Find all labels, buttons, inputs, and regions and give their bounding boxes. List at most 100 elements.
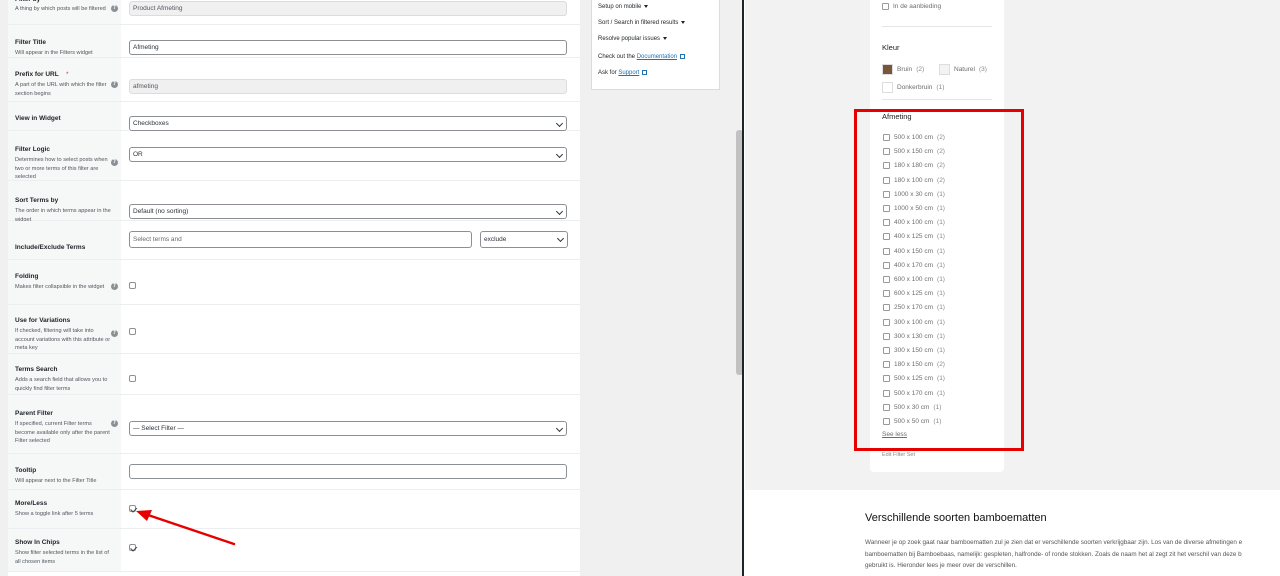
row-description: If checked, filtering will take into acc… [15,328,111,352]
row-description: If specified, current Filter terms becom… [15,421,110,445]
settings-row-header [8,260,121,304]
row-description: Makes filter collapsible in the widget [15,284,105,290]
chevron-down-icon [555,119,564,128]
select-logic[interactable]: OR [129,147,567,162]
article-line: Wanneer je op zoek gaat naar bamboematte… [865,539,1243,546]
support-line: Ask for Support [598,70,648,76]
option-count: (2) [916,66,925,73]
required-mark: * [66,71,69,78]
include-mode-select[interactable]: exclude [480,231,568,248]
chevron-down-icon [555,150,564,159]
external-link-icon [680,54,686,59]
checkbox-variations[interactable] [129,328,136,335]
option-name: Bruin [897,66,913,73]
help-menu-item[interactable]: Resolve popular issues [598,36,668,42]
settings-row-search: Terms Search Adds a search field that all… [8,354,580,395]
settings-row-chips: Show In Chips Show filter selected terms … [8,529,580,572]
text-input-filter_by[interactable]: Product Afmeting [129,1,567,16]
support-link[interactable]: Support [618,70,639,76]
select-parent[interactable]: — Select Filter — [129,421,567,436]
select-value: Default (no sorting) [133,208,189,215]
row-title: Terms Search [15,366,58,373]
checkbox-folding[interactable] [129,282,136,289]
text-input-filter_title[interactable]: Afmeting [129,40,567,55]
row-title: Filter by [15,0,40,3]
row-title: Show In Chips [15,539,60,546]
settings-row-view: View in Widget Checkboxes [8,102,580,131]
documentation-link[interactable]: Documentation [637,54,677,60]
annotation-arrow [136,510,236,546]
filter-settings-panel: Filter by A thing by which posts will be … [8,0,580,576]
help-menu-item[interactable]: Setup on mobile [598,4,649,10]
color-swatch-naturel[interactable] [939,64,950,75]
settings-row-tooltip: Tooltip Will appear next to the Filter Ti… [8,454,580,490]
caret-down-icon [663,36,668,40]
admin-pane: Filter by A thing by which posts will be … [0,0,744,576]
settings-row-variations: Use for Variations If checked, filtering … [8,305,580,354]
terms-select-input[interactable]: Select terms and [129,231,472,248]
help-icon[interactable]: ? [111,420,118,427]
row-description: A part of the URL with which the filter … [15,82,107,97]
row-title: Sort Terms by [15,197,59,204]
help-menu-label: Resolve popular issues [598,36,661,42]
settings-row-folding: Folding Makes filter collapsible in the w… [8,260,580,305]
color-option-label[interactable]: Donkerbruin (1) [897,84,944,91]
article-line: gebruikt is. Hieronder lees je meer over… [865,562,1017,569]
help-icon[interactable]: ? [111,81,118,88]
option-label: In de aanbieding [893,3,942,10]
color-swatch-bruin[interactable] [882,64,893,75]
article-body: Wanneer je op zoek gaat naar bamboematte… [865,537,1280,572]
checkbox[interactable] [882,3,889,10]
text-input-prefix[interactable]: afmeting [129,79,567,94]
external-link-icon [642,70,648,75]
settings-row-moreless: More/Less Show a toggle link after 5 term… [8,490,580,529]
row-description: Adds a search field that allows you to q… [15,377,108,392]
row-description: Will appear in the Filters widget [15,50,93,56]
row-title: Filter Title [15,39,46,46]
pane-divider [742,0,744,576]
storefront-sidebar-area: In de aanbieding Kleur Bruin (2) Naturel (3… [745,0,1280,490]
color-swatch-donkerbruin[interactable] [882,82,893,93]
settings-row-filter_by: Filter by A thing by which posts will be … [8,0,580,25]
settings-row-logic: Filter Logic Determines how to select pos… [8,131,580,181]
row-title: Include/Exclude Terms [15,244,86,251]
help-icon[interactable]: ? [111,283,118,290]
select-view[interactable]: Checkboxes [129,116,567,131]
checkbox-search[interactable] [129,375,136,382]
settings-row-filter_title: Filter Title Will appear in the Filters w… [8,25,580,58]
row-title: More/Less [15,500,48,507]
color-option-label[interactable]: Bruin (2) [897,66,924,73]
storefront-pane: In de aanbieding Kleur Bruin (2) Naturel (3… [745,0,1280,576]
row-title: Use for Variations [15,317,71,324]
edit-filter-set-link[interactable]: Edit Filter Set [882,452,915,458]
option-name: Donkerbruin [897,84,933,91]
help-icon[interactable]: ? [111,159,118,166]
select-value: OR [133,151,143,158]
settings-row-header [8,221,121,259]
settings-row-include: Include/Exclude Terms Select terms and exc… [8,221,580,260]
settings-row-header [8,490,121,528]
help-menu-label: Setup on mobile [598,4,642,10]
option-count: (1) [936,84,945,91]
chevron-down-icon [555,207,564,216]
row-title: Prefix for URL [15,71,59,78]
help-menu-item[interactable]: Sort / Search in filtered results [598,20,686,26]
chevron-down-icon [555,424,564,433]
row-title: Filter Logic [15,146,51,153]
color-option-label[interactable]: Naturel (3) [954,66,987,73]
row-description: Show filter selected terms in the list o… [15,550,109,565]
help-icon[interactable]: ? [111,330,118,337]
divider [882,26,992,27]
settings-row-parent: Parent Filter If specified, current Filte… [8,395,580,454]
documentation-line: Check out the Documentation [598,54,686,60]
select-sort[interactable]: Default (no sorting) [129,204,567,219]
row-title: View in Widget [15,115,61,122]
option-name: Naturel [954,66,975,73]
select-value: exclude [484,236,507,243]
row-description: Will appear next to the Filter Title [15,478,97,484]
caret-down-icon [644,4,649,8]
text-input-tooltip[interactable] [129,464,567,479]
help-icon[interactable]: ? [111,5,118,12]
option-count: (3) [978,66,987,73]
row-title: Parent Filter [15,410,53,417]
